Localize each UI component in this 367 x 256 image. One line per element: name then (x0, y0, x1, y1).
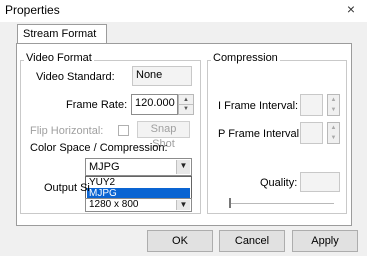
p-frame-label: P Frame Interval: (218, 128, 303, 140)
window-title: Properties (5, 3, 60, 17)
output-size-combo[interactable]: 1280 x 800 ▼ (85, 198, 192, 212)
tab-stream-format[interactable]: Stream Format (17, 24, 107, 44)
close-icon[interactable]: × (344, 1, 358, 17)
spin-up-icon: ▲ (330, 97, 337, 103)
color-space-dropdown: YUY2 MJPG (85, 176, 192, 200)
compression-legend: Compression (211, 52, 280, 64)
spin-up-icon: ▲ (330, 125, 337, 131)
video-standard-value: None (136, 69, 163, 81)
spin-down-icon: ▼ (330, 135, 337, 141)
i-frame-label: I Frame Interval: (218, 100, 299, 112)
frame-rate-spinner[interactable]: ▲ ▼ (178, 94, 194, 115)
dropdown-option-yuy2[interactable]: YUY2 (87, 177, 190, 188)
video-standard-label: Video Standard: (36, 71, 115, 83)
p-frame-field (300, 122, 323, 144)
spin-up-icon[interactable]: ▲ (179, 96, 193, 105)
i-frame-spinner: ▲ ▼ (327, 94, 340, 116)
frame-rate-label: Frame Rate: (66, 99, 128, 111)
quality-slider-track (230, 203, 334, 204)
quality-slider-thumb[interactable] (229, 198, 231, 208)
video-format-legend: Video Format (24, 52, 94, 64)
output-size-label: Output Si (44, 182, 90, 194)
i-frame-field (300, 94, 323, 116)
flip-horizontal-checkbox[interactable] (118, 125, 129, 136)
frame-rate-value: 120.000 (135, 97, 175, 109)
chevron-down-icon[interactable]: ▼ (176, 200, 190, 210)
ok-button[interactable]: OK (147, 230, 213, 252)
spin-down-icon: ▼ (330, 107, 337, 113)
video-standard-field: None (132, 66, 192, 86)
flip-horizontal-label: Flip Horizontal: (30, 125, 104, 137)
quality-field (300, 172, 340, 192)
spin-down-icon[interactable]: ▼ (179, 105, 193, 114)
quality-label: Quality: (260, 177, 298, 189)
frame-rate-field[interactable]: 120.000 (131, 94, 178, 115)
snap-shot-button[interactable]: Snap Shot (137, 121, 190, 150)
chevron-down-icon[interactable]: ▼ (176, 160, 190, 174)
color-space-combo[interactable]: MJPG ▼ (85, 158, 192, 176)
color-space-label: Color Space / Compression: (30, 142, 168, 154)
apply-button[interactable]: Apply (292, 230, 358, 252)
p-frame-spinner: ▲ ▼ (327, 122, 340, 144)
cancel-button[interactable]: Cancel (219, 230, 285, 252)
